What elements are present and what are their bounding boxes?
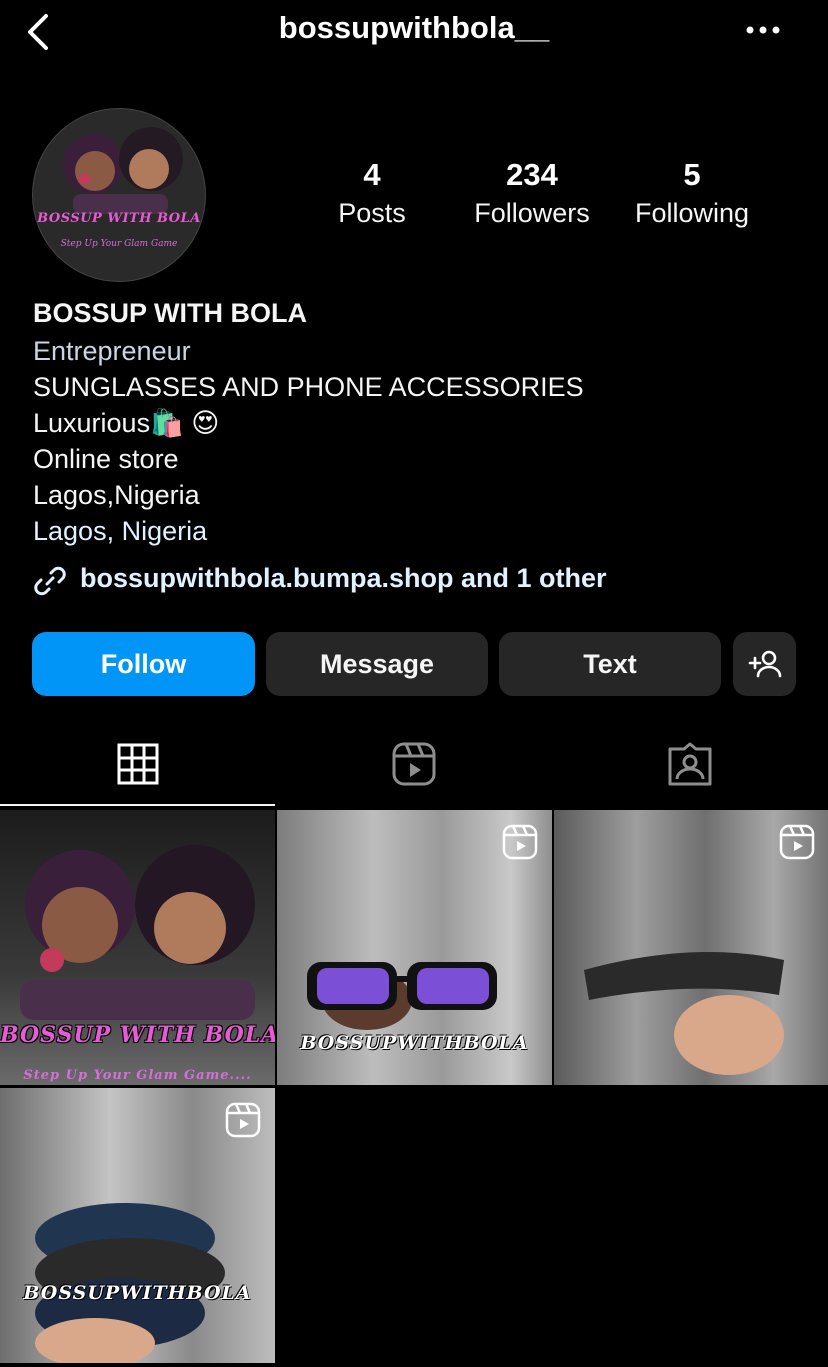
suggested-users-button[interactable] [733,632,796,696]
bio-display-name: BOSSUP WITH BOLA [33,298,308,328]
reel-badge [779,824,815,860]
post-caption: BOSSUPWITHBOLA [300,1032,529,1054]
followers-count: 234 [506,157,558,192]
profile-avatar[interactable]: BOSSUP WITH BOLA Step Up Your Glam Game [32,108,206,282]
profile-link[interactable]: bossupwithbola.bumpa.shop and 1 other [80,563,607,594]
grid-icon [117,743,159,785]
profile-username: bossupwithbola__ [278,10,550,45]
post-thumbnail[interactable]: BOSSUP WITH BOLA Step Up Your Glam Game.… [0,810,275,1085]
tab-reels[interactable] [276,720,552,808]
tagged-icon [668,742,712,786]
message-button[interactable]: Message [266,632,488,696]
more-options-button[interactable] [738,10,788,50]
post-thumbnail[interactable] [554,810,828,1085]
post-caption: BOSSUPWITHBOLA [23,1282,252,1304]
follow-button[interactable]: Follow [32,632,255,696]
link-icon [32,563,68,599]
post-thumbnail[interactable]: BOSSUPWITHBOLA [0,1088,275,1363]
following-count: 5 [683,157,701,192]
tab-posts-grid[interactable] [0,720,276,808]
following-label: Following [634,198,750,228]
stat-following[interactable]: 5 Following [617,156,767,232]
stat-posts[interactable]: 4 Posts [297,156,447,232]
tab-tagged[interactable] [552,720,828,808]
posts-label: Posts [338,198,406,228]
bio-category: Entrepreneur [33,336,191,366]
stat-followers[interactable]: 234 Followers [457,156,607,232]
active-tab-indicator [0,804,275,806]
post-caption: BOSSUP WITH BOLA [0,1022,275,1048]
posts-count: 4 [363,157,381,192]
reels-icon [392,742,436,786]
bio-line: SUNGLASSES AND PHONE ACCESSORIES [33,372,584,402]
avatar-brand-text: BOSSUP WITH BOLA [37,211,201,226]
bio-line: Online store [33,444,179,474]
reel-badge [502,824,538,860]
avatar-tagline: Step Up Your Glam Game [60,239,178,249]
bio-location-link[interactable]: Lagos, Nigeria [33,513,207,549]
followers-label: Followers [474,198,590,228]
bio-line: Luxurious🛍️ 😍 [33,408,220,438]
text-button[interactable]: Text [499,632,721,696]
post-subcaption: Step Up Your Glam Game.... [23,1068,252,1083]
avatar-illustration [63,127,183,214]
add-person-icon [748,650,781,678]
bio-line: Lagos,Nigeria [33,480,200,510]
ellipsis-icon [746,26,780,34]
reel-badge [225,1102,261,1138]
post-thumbnail[interactable]: BOSSUPWITHBOLA [277,810,552,1085]
